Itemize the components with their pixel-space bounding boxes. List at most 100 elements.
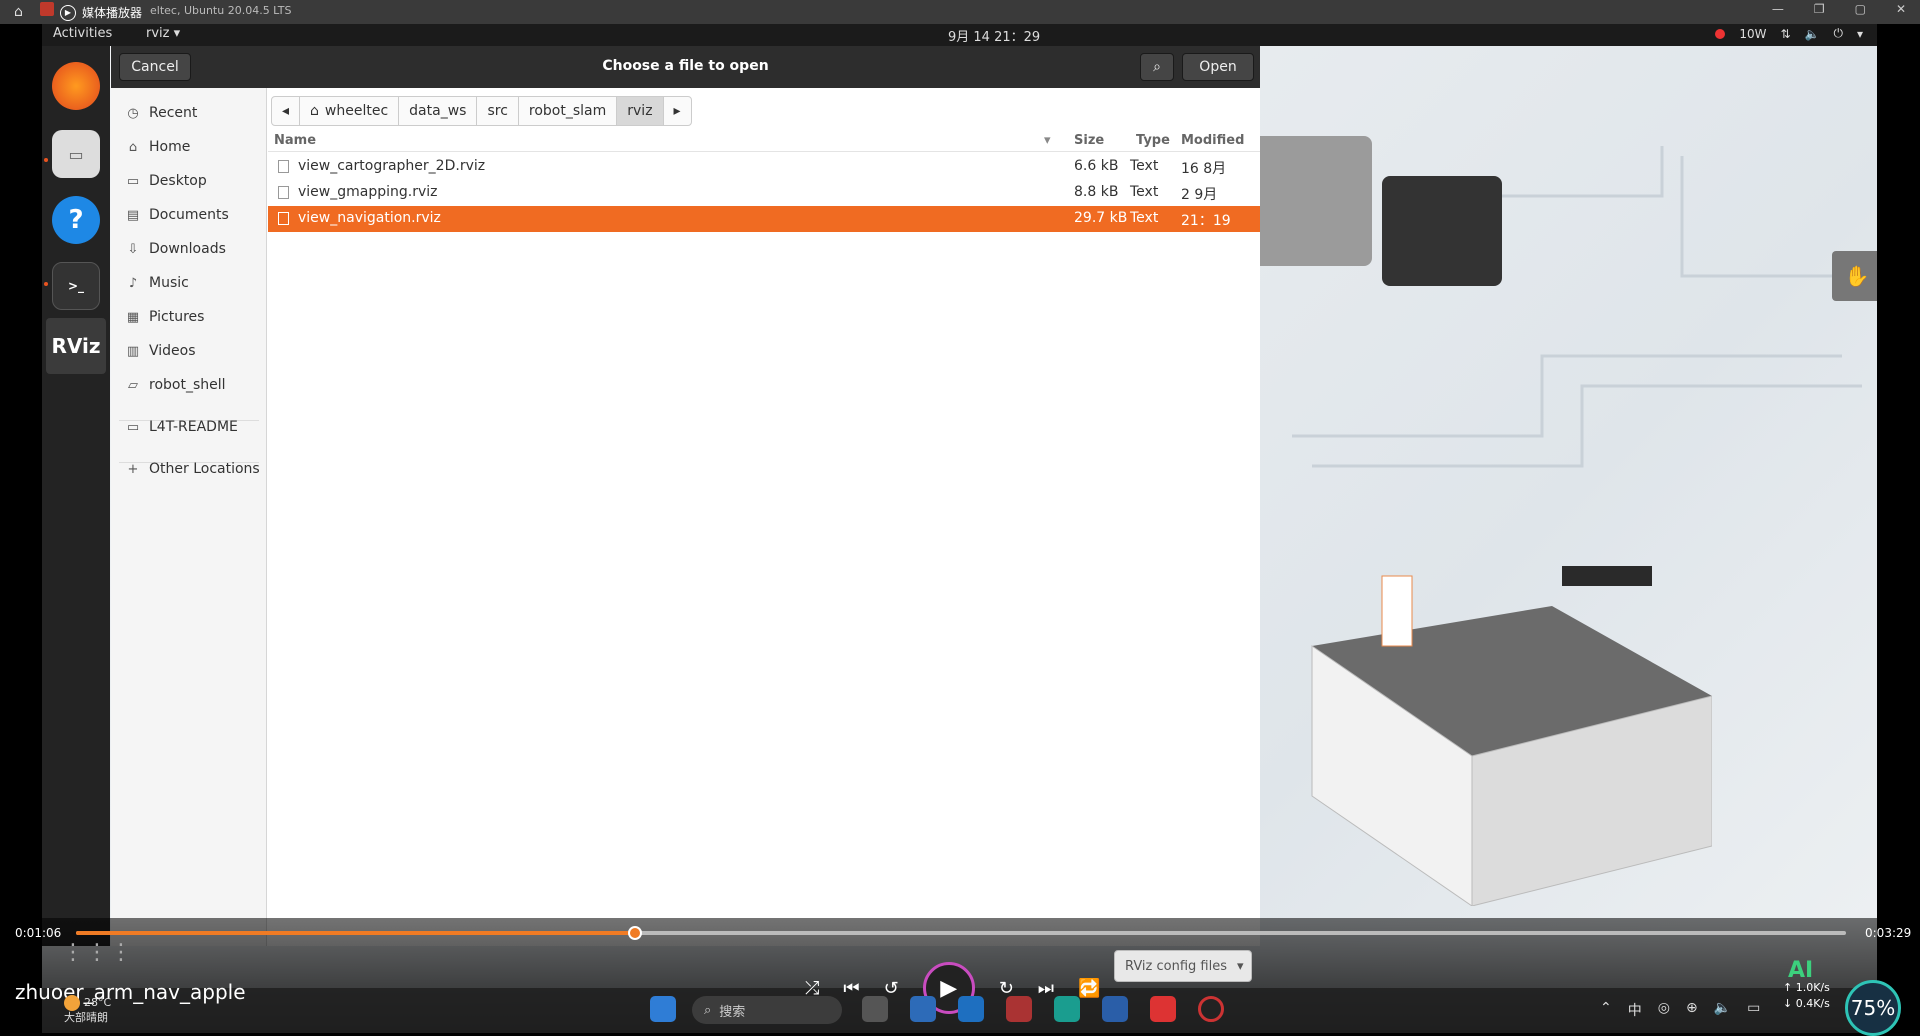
restore-icon[interactable]: ❐ — [1814, 2, 1825, 16]
path-segment-home[interactable]: ⌂ wheeltec — [300, 97, 400, 125]
sidebar-item-pictures[interactable]: ▦ Pictures — [111, 302, 267, 332]
network-icon[interactable]: ◎ — [1658, 1000, 1670, 1020]
firefox-icon[interactable] — [52, 62, 100, 110]
minimize-icon[interactable]: — — [1772, 2, 1784, 16]
sidebar-item-music[interactable]: ♪ Music — [111, 268, 267, 298]
weather-temp: 28°C — [84, 996, 112, 1009]
text-file-icon — [278, 212, 289, 225]
file-modified: 2 9月 — [1181, 187, 1218, 203]
sidebar-item-label: Documents — [149, 207, 229, 223]
sidebar-item-documents[interactable]: ▤ Documents — [111, 200, 267, 230]
file-type: Text — [1130, 158, 1159, 174]
power-label: 10W — [1739, 26, 1767, 41]
vm-app-icon[interactable] — [1150, 996, 1176, 1022]
volume-icon: 🔈 — [1804, 26, 1820, 41]
maximize-icon[interactable]: ▢ — [1855, 2, 1866, 16]
speaker-icon[interactable]: 🔈 — [1714, 1000, 1731, 1020]
clock[interactable]: 9月 14 21：29 — [948, 26, 1040, 45]
window-controls: — ❐ ▢ ✕ — [1772, 2, 1906, 16]
side-panel-handle[interactable]: ✋ — [1832, 251, 1877, 301]
total-time: 0:03:29 — [1865, 926, 1912, 940]
weather-desc: 大部晴朗 — [64, 1011, 108, 1024]
text-file-icon — [278, 186, 289, 199]
column-size[interactable]: Size — [1074, 133, 1104, 148]
sidebar-item-desktop[interactable]: ▭ Desktop — [111, 166, 267, 196]
file-filter-label: RViz config files — [1125, 958, 1227, 974]
running-indicator — [44, 282, 48, 286]
sidebar-item-label: Music — [149, 275, 189, 291]
network-icon: ⇅ — [1780, 26, 1791, 41]
record-icon — [1715, 28, 1726, 39]
column-type[interactable]: Type — [1136, 133, 1170, 148]
battery-icon[interactable]: ▭ — [1747, 1000, 1760, 1020]
apps-grid-icon[interactable]: ⋮⋮⋮ — [62, 940, 134, 965]
recorder-icon[interactable] — [1198, 996, 1224, 1022]
seek-bar-fill — [76, 931, 635, 935]
player-title-bar: ⌂ ▶ 媒体播放器 eltec, Ubuntu 20.04.5 LTS — ❐ … — [0, 0, 1920, 24]
running-indicator — [44, 158, 48, 162]
open-button[interactable]: Open — [1182, 53, 1254, 81]
weather-sun-icon — [64, 995, 80, 1011]
file-row[interactable]: view_gmapping.rviz 8.8 kB Text 2 9月 — [268, 180, 1260, 206]
sidebar-item-l4t-readme[interactable]: ▭ L4T-README — [111, 412, 267, 442]
close-icon[interactable]: ✕ — [1896, 2, 1906, 16]
activities-button[interactable]: Activities — [53, 26, 112, 41]
current-time: 0:01:06 — [15, 926, 62, 940]
home-icon[interactable]: ⌂ — [14, 4, 23, 20]
ubuntu-dock: ▭ ? >_ RViz — [42, 46, 110, 946]
picture-icon: ▦ — [126, 309, 140, 325]
taskview-icon[interactable] — [862, 996, 888, 1022]
search-button[interactable]: ⌕ — [1140, 53, 1174, 81]
store-icon[interactable] — [910, 996, 936, 1022]
previous-icon[interactable]: ⏮ — [843, 978, 859, 999]
file-name: view_gmapping.rviz — [298, 184, 438, 200]
ime-indicator[interactable]: 中 — [1628, 1000, 1642, 1020]
sidebar-item-home[interactable]: ⌂ Home — [111, 132, 267, 162]
sort-chevron-down-icon: ▾ — [1044, 133, 1051, 148]
path-segment-current[interactable]: rviz — [617, 97, 664, 125]
remote-screen: Activities rviz ▾ 9月 14 21：29 10W ⇅ 🔈 ⏻ … — [42, 24, 1877, 1033]
weather-widget[interactable]: 28°C 大部晴朗 — [64, 995, 111, 1025]
folder-icon: ▱ — [128, 377, 138, 393]
windows-start-icon[interactable] — [650, 996, 676, 1022]
files-icon[interactable]: ▭ — [52, 130, 100, 178]
seek-bar[interactable] — [76, 926, 1846, 940]
column-modified[interactable]: Modified — [1181, 133, 1244, 148]
sidebar-item-videos[interactable]: ▥ Videos — [111, 336, 267, 366]
sidebar-item-recent[interactable]: ◷ Recent — [111, 98, 267, 128]
help-icon[interactable]: ? — [52, 196, 100, 244]
sidebar-item-robot-shell[interactable]: ▱ robot_shell — [111, 370, 267, 400]
chevron-up-icon[interactable]: ⌃ — [1600, 1000, 1612, 1020]
path-segment[interactable]: data_ws — [399, 97, 478, 125]
rviz-icon[interactable]: RViz — [46, 318, 106, 374]
player-app-name: 媒体播放器 — [82, 6, 143, 20]
file-filter-select[interactable]: RViz config files ▾ — [1114, 950, 1252, 982]
windows-tray: ⌃ 中 ◎ ⊕ 🔈 ▭ — [1600, 1000, 1760, 1020]
edge-icon[interactable] — [1054, 996, 1080, 1022]
path-segment[interactable]: robot_slam — [519, 97, 618, 125]
file-row[interactable]: view_navigation.rviz 29.7 kB Text 21：19 — [268, 206, 1260, 232]
app-icon[interactable] — [1006, 996, 1032, 1022]
vscode-icon[interactable] — [958, 996, 984, 1022]
system-tray[interactable]: 10W ⇅ 🔈 ⏻ ▾ — [1715, 26, 1863, 41]
breadcrumb: ◂ ⌂ wheeltec data_ws src robot_slam rviz … — [271, 96, 692, 126]
path-forward-button[interactable]: ▸ — [664, 97, 691, 125]
seek-handle[interactable] — [627, 926, 642, 940]
remote-desktop-icon[interactable] — [1102, 996, 1128, 1022]
file-modified: 21：19 — [1181, 213, 1231, 229]
terminal-icon[interactable]: >_ — [52, 262, 100, 310]
file-row[interactable]: view_cartographer_2D.rviz 6.6 kB Text 16 8月 — [268, 154, 1260, 180]
app-menu[interactable]: rviz ▾ — [146, 26, 180, 41]
path-back-button[interactable]: ◂ — [272, 97, 301, 125]
taskbar-search[interactable]: ⌕ 搜索 — [692, 996, 842, 1024]
battery-gauge[interactable]: 75% — [1845, 980, 1901, 1036]
globe-icon[interactable]: ⊕ — [1686, 1000, 1698, 1020]
column-name[interactable]: Name — [274, 133, 316, 148]
sidebar-item-other-locations[interactable]: + Other Locations — [111, 454, 267, 484]
file-list-header: Name ▾ Size Type Modified — [268, 130, 1260, 152]
music-icon: ♪ — [128, 275, 138, 291]
file-size: 6.6 kB — [1074, 158, 1119, 174]
file-type: Text — [1130, 210, 1159, 226]
sidebar-item-downloads[interactable]: ⇩ Downloads — [111, 234, 267, 264]
path-segment[interactable]: src — [477, 97, 519, 125]
